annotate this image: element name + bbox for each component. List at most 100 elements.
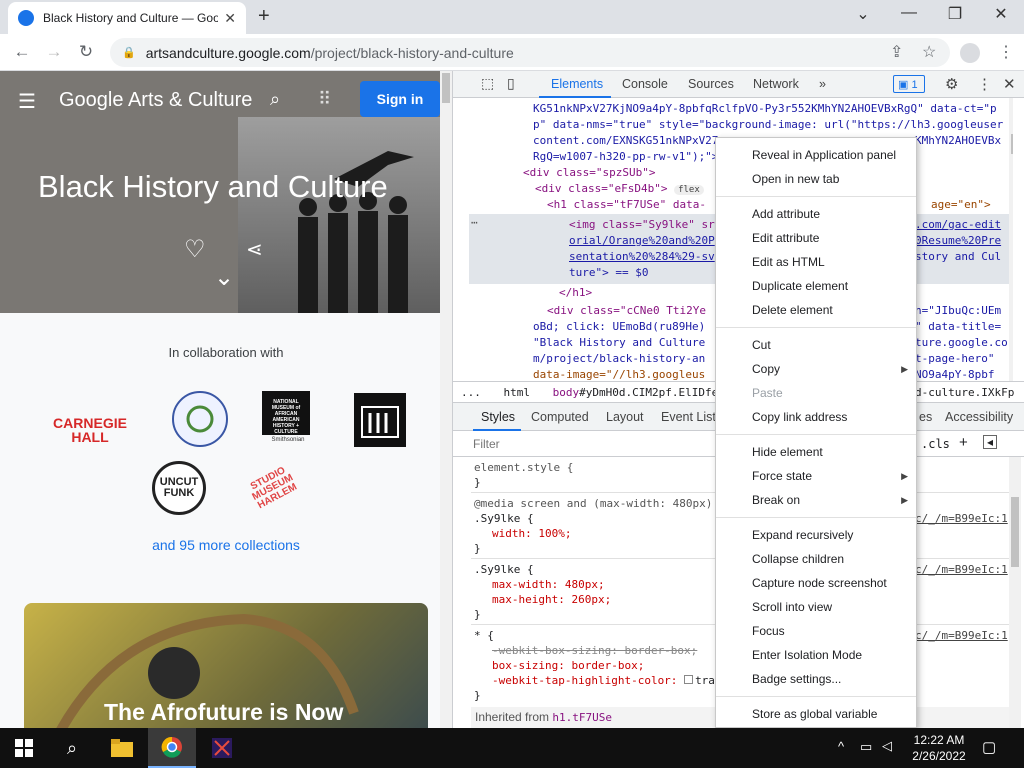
device-toolbar-icon[interactable]: ▯ [507,75,515,92]
reload-icon[interactable]: ↻ [74,42,98,62]
dom-line[interactable]: <div class="eFsD4b"> [535,182,667,195]
menu-item-open-in-new-tab[interactable]: Open in new tab [752,172,839,186]
site-logo[interactable]: Google Arts & Culture [59,89,252,112]
media-query[interactable]: @media screen and (max-width: 480px) [474,497,712,510]
style-declaration[interactable]: -webkit-box-sizing: border-box; [492,644,697,657]
minimize-button[interactable]: — [894,4,924,22]
menu-item-duplicate-element[interactable]: Duplicate element [752,279,848,293]
tab-elements[interactable]: Elements [551,77,603,91]
menu-item-focus[interactable]: Focus [752,624,785,638]
dom-line[interactable]: t-page-hero" [915,352,994,365]
devtools-menu-icon[interactable]: ⋮ [977,75,992,93]
breadcrumb-body[interactable]: body [553,386,580,399]
browser-tab[interactable]: Black History and Culture — Goo ✕ [8,2,246,34]
chrome-menu-icon[interactable]: ⋮ [998,42,1014,62]
dom-line[interactable]: n="JIbuQc:UEm [915,304,1001,317]
menu-item-store-as-global-variable[interactable]: Store as global variable [752,707,877,721]
style-declaration[interactable]: width: 100%; [492,527,571,540]
style-declaration[interactable]: max-height: 260px; [492,593,611,606]
story-card-title[interactable]: The Afrofuture is Now [104,699,343,726]
flex-badge[interactable]: flex [674,185,704,195]
bookmark-star-icon[interactable]: ☆ [922,42,936,62]
menu-item-copy-link-address[interactable]: Copy link address [752,410,847,424]
menu-item-capture-node-screenshot[interactable]: Capture node screenshot [752,576,887,590]
style-rule[interactable]: element.style { [474,461,573,474]
dom-line[interactable]: <div class="spzSUb"> [523,166,655,179]
dom-line[interactable]: oBd; click: UEmoBd(ru89He) [533,320,705,333]
taskbar-clock[interactable]: 12:22 AM 2/26/2022 [902,732,976,764]
inspect-element-icon[interactable]: ⬚ [481,75,494,92]
dom-line[interactable]: ture"> == $0 [569,266,648,279]
dom-line[interactable]: .com/gac-edit [915,218,1001,231]
chevron-down-icon[interactable]: ⌄ [214,263,234,292]
nmaahc-logo[interactable]: NATIONAL MUSEUM of AFRICAN AMERICAN HIST… [262,391,314,451]
menu-item-enter-isolation-mode[interactable]: Enter Isolation Mode [752,648,862,662]
inherited-element-link[interactable]: h1.tF7USe [552,711,612,724]
dom-line[interactable]: <div class="cCNe0 Tti2Ye [547,304,706,317]
style-declaration[interactable]: -webkit-tap-highlight-color: [492,674,684,687]
dom-line[interactable]: 0Resume%20Pre [915,234,1001,247]
dom-line[interactable]: content.com/EXNSKG51nkNPxV27 [533,134,718,147]
node-ellipsis-icon[interactable]: ⋯ [471,216,478,229]
breadcrumb-html[interactable]: html [504,386,531,399]
address-bar[interactable]: 🔒 artsandculture.google.com /project/bla… [110,38,950,67]
dom-line[interactable]: NO9a4pY-8pbf [915,368,994,381]
dom-line[interactable]: KMhYN2AHOEVBx [915,134,1001,147]
dom-line[interactable]: "Black History and Culture [533,336,705,349]
settings-gear-icon[interactable]: ⚙ [945,75,958,93]
dom-scrollbar[interactable] [1009,98,1013,381]
close-window-button[interactable]: ✕ [986,4,1016,24]
restore-button[interactable]: ❐ [940,4,970,24]
dom-line[interactable]: story and Cul [915,250,1001,263]
tab-properties[interactable]: es [919,410,932,424]
dom-line[interactable]: age="en"> [931,198,991,211]
close-devtools-icon[interactable]: ✕ [1003,75,1016,93]
tab-search-icon[interactable]: ⌄ [848,4,878,24]
menu-item-break-on[interactable]: Break on [752,493,800,507]
cls-toggle[interactable]: .cls [921,437,950,451]
style-value[interactable]: tra [695,674,715,687]
tab-styles[interactable]: Styles [481,410,515,424]
style-declaration[interactable]: max-width: 480px; [492,578,605,591]
uncut-funk-logo[interactable]: UNCUT FUNK [152,461,206,515]
breadcrumb-more[interactable]: ... [461,386,481,399]
building-logo[interactable] [354,393,406,447]
style-selector[interactable]: * { [474,629,494,642]
profile-avatar-icon[interactable] [960,43,980,63]
dom-line[interactable]: <h1 class="tF7USe" data- [547,198,706,211]
tray-chevron-icon[interactable]: ^ [838,739,844,754]
menu-item-edit-as-html[interactable]: Edit as HTML [752,255,825,269]
source-link[interactable]: c/_/m=B99eIc:1 [915,512,1008,525]
styles-scrollbar[interactable] [1009,457,1021,728]
breadcrumb-body-id[interactable]: #yDmH0d.CIM2pf.ElIDfe [579,386,718,399]
color-swatch-icon[interactable] [684,675,694,684]
menu-item-scroll-into-view[interactable]: Scroll into view [752,600,832,614]
menu-item-edit-attribute[interactable]: Edit attribute [752,231,819,245]
tab-accessibility[interactable]: Accessibility [945,410,1013,424]
menu-item-collapse-children[interactable]: Collapse children [752,552,844,566]
volume-icon[interactable]: ◁ [882,738,892,754]
style-selector[interactable]: .Sy9lke { [474,563,534,576]
menu-item-cut[interactable]: Cut [752,338,771,352]
start-windows-icon[interactable] [0,728,48,768]
chrome-taskbar-icon[interactable] [148,728,196,768]
tab-event-listeners[interactable]: Event Liste [661,410,723,424]
new-rule-icon[interactable]: + [959,434,968,451]
page-scrollbar[interactable] [440,71,452,728]
tab-layout[interactable]: Layout [606,410,644,424]
menu-item-hide-element[interactable]: Hide element [752,445,823,459]
dom-line[interactable]: <img class="Sy9lke" sr [569,218,715,231]
tab-console[interactable]: Console [622,77,668,91]
dom-line[interactable]: m/project/black-history-an [533,352,705,365]
dom-line[interactable]: ture.google.co [915,336,1008,349]
file-explorer-icon[interactable] [98,728,146,768]
menu-item-force-state[interactable]: Force state [752,469,812,483]
dom-line[interactable]: </h1> [559,286,592,299]
tab-sources[interactable]: Sources [688,77,734,91]
source-link[interactable]: c/_/m=B99eIc:1 [915,563,1008,576]
hamburger-icon[interactable]: ☰ [18,89,36,114]
dom-line[interactable]: p" data-nms="true" style="background-ima… [533,118,1003,131]
tab-network[interactable]: Network [753,77,799,91]
more-collections-link[interactable]: and 95 more collections [0,537,452,553]
back-icon[interactable]: ← [10,42,34,62]
